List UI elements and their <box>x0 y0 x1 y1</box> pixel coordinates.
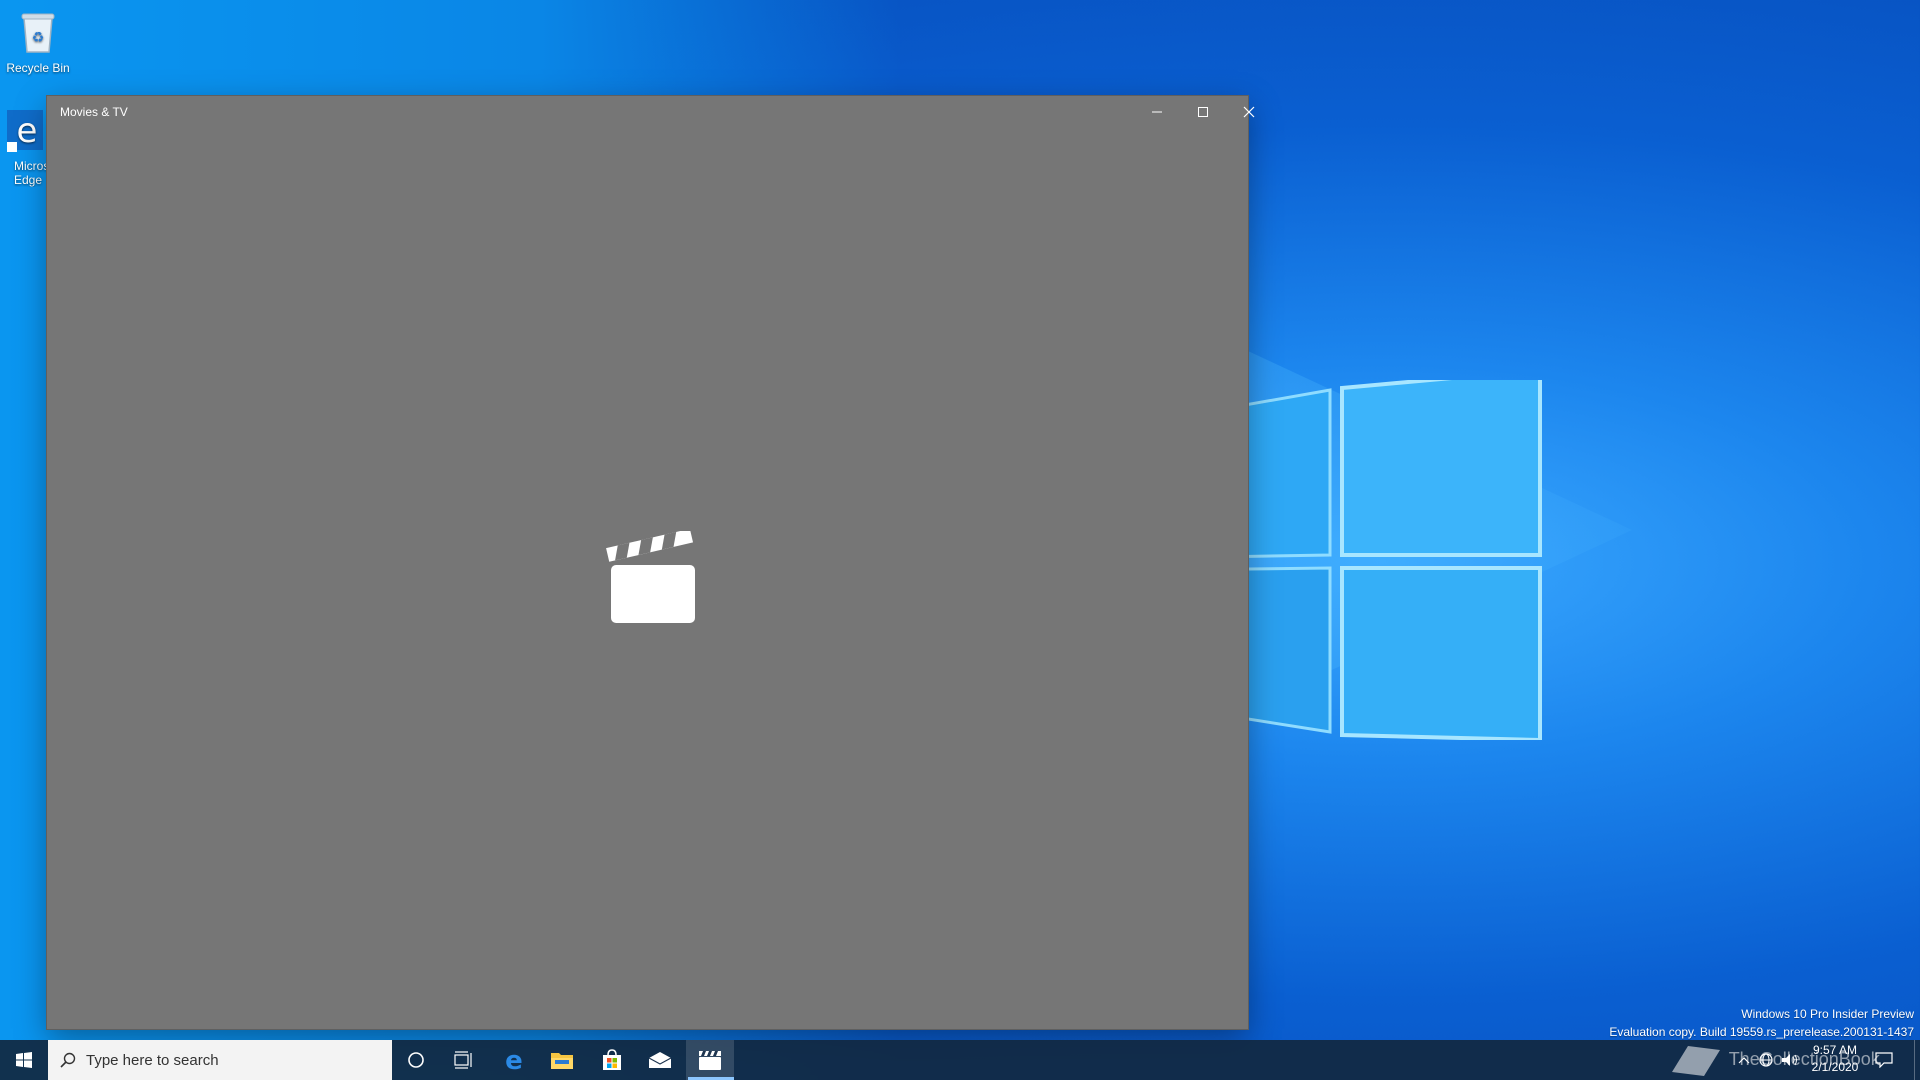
windows-start-icon <box>16 1052 32 1068</box>
taskbar-file-explorer-button[interactable] <box>538 1040 586 1080</box>
taskbar: Type here to search e <box>0 1040 1920 1080</box>
desktop-icon-microsoft-edge[interactable]: e Micros Edge <box>0 108 50 187</box>
title-bar[interactable]: Movies & TV <box>47 96 1255 128</box>
cortana-button[interactable] <box>392 1040 440 1080</box>
build-watermark: Windows 10 Pro Insider Preview Evaluatio… <box>1609 1005 1914 1041</box>
svg-text:e: e <box>505 1048 523 1072</box>
desktop-icon-label: Recycle Bin <box>6 61 70 75</box>
chevron-up-icon <box>1738 1057 1750 1064</box>
edge-icon: e <box>505 1048 523 1072</box>
movies-tv-icon <box>699 1051 721 1070</box>
task-view-button[interactable] <box>440 1040 488 1080</box>
task-view-icon <box>454 1051 472 1069</box>
taskbar-mail-button[interactable] <box>636 1040 684 1080</box>
desktop-icon-recycle-bin[interactable]: ♻ Recycle Bin <box>0 8 76 75</box>
show-desktop-button[interactable] <box>1914 1040 1920 1080</box>
watermark-line: Windows 10 Pro Insider Preview <box>1741 1007 1914 1021</box>
close-icon <box>1243 106 1255 118</box>
minimize-button[interactable] <box>1134 96 1180 128</box>
start-button[interactable] <box>0 1040 48 1080</box>
desktop-icon-label: Micros Edge <box>14 159 50 187</box>
taskbar-store-button[interactable] <box>588 1040 636 1080</box>
book-logo-icon <box>1672 1046 1720 1076</box>
svg-text:♻: ♻ <box>32 30 45 46</box>
window-title: Movies & TV <box>60 105 128 119</box>
network-button[interactable] <box>1754 1040 1778 1080</box>
clapperboard-icon <box>606 531 695 623</box>
watermark-line: Evaluation copy. Build 19559.rs_prerelea… <box>1609 1025 1914 1039</box>
search-icon <box>60 1052 76 1068</box>
file-explorer-icon <box>551 1053 573 1069</box>
maximize-icon <box>1198 107 1208 117</box>
taskbar-movies-tv-button[interactable] <box>686 1040 734 1080</box>
edge-icon: e <box>7 110 43 152</box>
microsoft-store-icon <box>603 1049 621 1070</box>
maximize-button[interactable] <box>1180 96 1226 128</box>
search-box[interactable]: Type here to search <box>48 1040 392 1080</box>
show-hidden-icons-button[interactable] <box>1734 1040 1754 1080</box>
notification-icon <box>1875 1052 1893 1068</box>
recycle-bin-icon: ♻ <box>21 13 55 53</box>
search-placeholder: Type here to search <box>86 1051 219 1069</box>
taskbar-edge-button[interactable]: e <box>490 1040 538 1080</box>
close-button[interactable] <box>1226 96 1272 128</box>
network-icon <box>1759 1053 1773 1067</box>
mail-icon <box>648 1052 672 1068</box>
cortana-icon <box>408 1052 424 1068</box>
action-center-button[interactable] <box>1862 1040 1906 1080</box>
minimize-icon <box>1152 111 1162 113</box>
svg-text:e: e <box>17 111 38 151</box>
movies-tv-window: Movies & TV <box>47 96 1255 1029</box>
